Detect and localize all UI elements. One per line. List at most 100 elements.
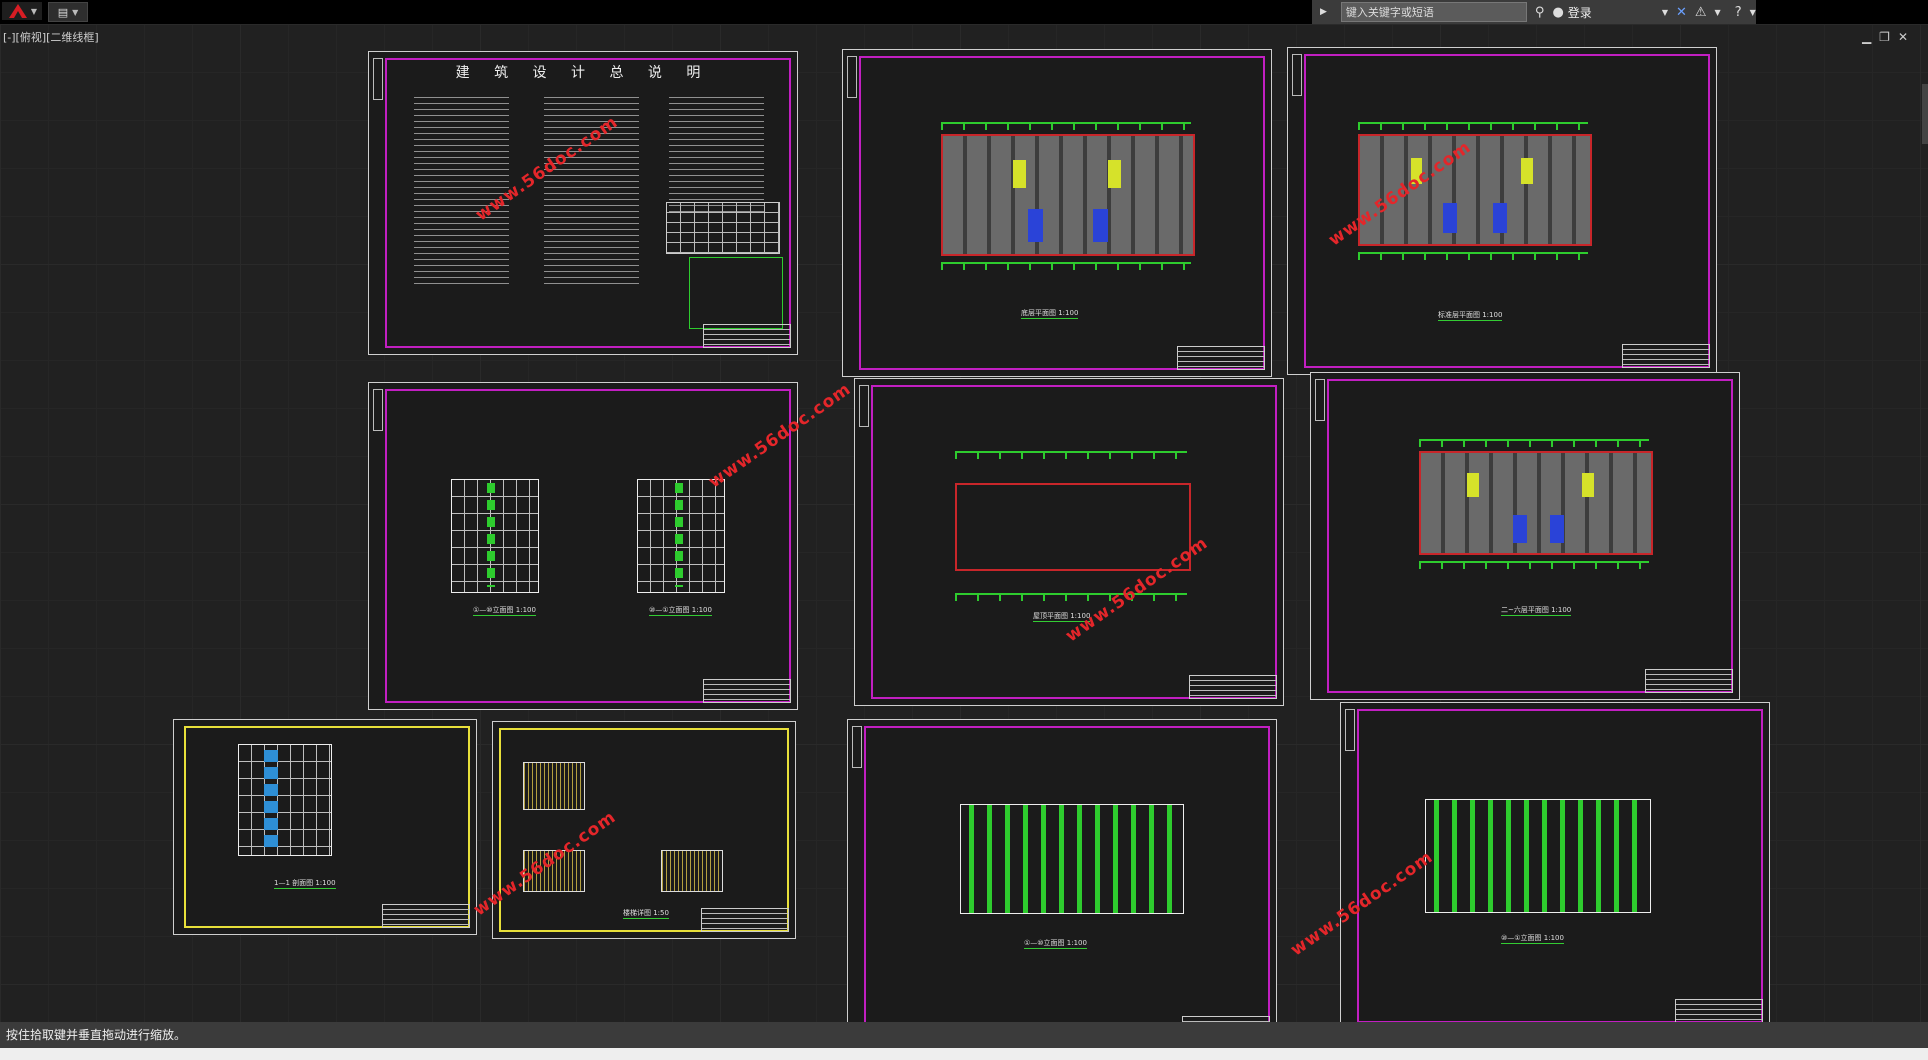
binoculars-icon[interactable]: ⚲ — [1535, 5, 1545, 20]
workspace-icon: ▤ — [57, 5, 69, 19]
title-strip — [1315, 379, 1325, 421]
scrollbar[interactable] — [1922, 84, 1928, 144]
drawing-caption: ⑩—①立面图 1:100 — [1501, 934, 1564, 944]
drawing-caption: ①—⑩立面图 1:100 — [473, 606, 536, 616]
roof-outline — [955, 483, 1191, 571]
dropdown-arrow-icon: ▼ — [30, 6, 38, 16]
status-bar: 按住拾取键并垂直拖动进行缩放。 — [0, 1022, 1928, 1048]
application-menu-button[interactable]: ▼ — [2, 2, 42, 20]
notes-column — [669, 97, 764, 217]
title-bar: ▼ ▤ ▼ ▶ ⚲ ● 登录 ▼ ✕ ⚠ ▼ ? ▼ — [0, 0, 1928, 24]
close-icon[interactable]: ✕ — [1898, 30, 1916, 44]
drawing-canvas[interactable]: [-][俯视][二维线框] ▁❐✕ 建 筑 设 计 总 说 明 底层平面图 1:… — [0, 24, 1928, 1022]
sheet-section[interactable]: 1—1 剖面图 1:100 — [173, 719, 477, 935]
sheet-stair-details[interactable]: 楼梯详图 1:50 — [492, 721, 796, 939]
bathroom — [1028, 209, 1043, 243]
drawing-caption: ⑩—①立面图 1:100 — [649, 606, 712, 616]
window-column — [675, 483, 683, 587]
axis-grid-top — [955, 451, 1187, 459]
title-strip — [852, 726, 862, 768]
sheet-ground-floor-plan[interactable]: 底层平面图 1:100 — [842, 49, 1272, 377]
stair — [1467, 473, 1479, 497]
sheet-frame — [385, 389, 791, 703]
window-column — [487, 483, 495, 587]
drawing-caption: 标准层平面图 1:100 — [1438, 311, 1503, 321]
expand-arrow-icon[interactable]: ▶ — [1320, 7, 1327, 17]
sheet-front-elevation[interactable]: ①—⑩立面图 1:100 — [847, 719, 1277, 1022]
title-block — [1645, 669, 1733, 693]
autocad-logo-icon — [8, 4, 27, 18]
bathroom — [1513, 515, 1527, 543]
stair-section — [264, 750, 278, 850]
drawing-caption: 二~六层平面图 1:100 — [1501, 606, 1572, 616]
sheet-standard-floor-plan[interactable]: 标准层平面图 1:100 — [1287, 47, 1717, 375]
front-elevation — [960, 804, 1184, 914]
axis-grid-top — [1358, 122, 1588, 130]
stay-connected-icon[interactable]: ⚠ — [1695, 5, 1707, 20]
floor-plan — [1419, 451, 1653, 555]
bottom-strip — [0, 1048, 1928, 1060]
drawing-caption: 1—1 剖面图 1:100 — [274, 879, 336, 889]
restore-icon[interactable]: ❐ — [1879, 30, 1898, 44]
stair — [1108, 159, 1121, 188]
site-plan — [689, 257, 783, 329]
viewport-controls-label[interactable]: [-][俯视][二维线框] — [3, 29, 99, 45]
axis-grid-bottom — [955, 593, 1187, 601]
dropdown-arrow-icon: ▼ — [72, 7, 79, 17]
minimize-icon[interactable]: ▁ — [1862, 30, 1879, 44]
sheet-roof-plan[interactable]: 屋顶平面图 1:100 — [854, 378, 1284, 706]
drawing-caption: ①—⑩立面图 1:100 — [1024, 939, 1087, 949]
infocenter-toolbar: ▶ ⚲ ● 登录 ▼ ✕ ⚠ ▼ ? ▼ — [1312, 0, 1756, 24]
bathroom — [1549, 515, 1564, 543]
title-block — [703, 324, 791, 348]
axis-grid-bottom — [941, 262, 1191, 270]
axis-grid-bottom — [1358, 252, 1588, 260]
status-text: 按住拾取键并垂直拖动进行缩放。 — [6, 1028, 187, 1042]
axis-grid-top — [941, 122, 1191, 130]
sheet-upper-floor-plan[interactable]: 二~六层平面图 1:100 — [1310, 372, 1740, 700]
sheet-title: 建 筑 设 计 总 说 明 — [455, 65, 711, 81]
title-block — [1177, 346, 1265, 370]
user-icon: ● — [1552, 4, 1564, 20]
stair-plan — [523, 762, 585, 810]
floor-plan — [941, 134, 1195, 256]
dropdown-arrow-icon[interactable]: ▼ — [1715, 8, 1721, 17]
title-strip — [1345, 709, 1355, 751]
axis-grid-top — [1419, 439, 1649, 447]
stair — [1521, 157, 1533, 184]
title-strip — [373, 389, 383, 431]
title-strip — [847, 56, 857, 98]
dropdown-arrow-icon[interactable]: ▼ — [1750, 8, 1756, 17]
title-block — [701, 908, 789, 932]
title-block — [1189, 675, 1277, 699]
quick-access-toolbar-button[interactable]: ▤ ▼ — [48, 2, 88, 22]
window-controls: ▁❐✕ — [1862, 30, 1916, 44]
sheet-design-notes[interactable]: 建 筑 设 计 总 说 明 — [368, 51, 798, 355]
stair — [1013, 159, 1026, 188]
sheet-side-elevations[interactable]: ①—⑩立面图 1:100 ⑩—①立面图 1:100 — [368, 382, 798, 710]
login-button[interactable]: 登录 — [1568, 4, 1592, 21]
drawing-caption: 楼梯详图 1:50 — [623, 909, 669, 919]
title-block — [1622, 344, 1710, 368]
exchange-icon[interactable]: ✕ — [1676, 5, 1687, 20]
title-strip — [1292, 54, 1302, 96]
axis-grid-bottom — [1419, 561, 1649, 569]
door-window-table — [666, 202, 780, 254]
section-drawing — [238, 744, 332, 856]
search-input[interactable] — [1340, 2, 1527, 22]
stair-plan — [661, 850, 723, 892]
sheet-frame — [499, 728, 789, 932]
drawing-caption: 底层平面图 1:100 — [1021, 309, 1079, 319]
title-block — [382, 904, 470, 928]
dropdown-arrow-icon[interactable]: ▼ — [1662, 8, 1668, 17]
title-block — [703, 679, 791, 703]
bathroom — [1093, 209, 1108, 243]
help-icon[interactable]: ? — [1735, 5, 1742, 20]
title-strip — [859, 385, 869, 427]
side-elevation — [451, 479, 539, 593]
bathroom — [1442, 202, 1457, 234]
bathroom — [1493, 202, 1508, 234]
back-elevation — [1425, 799, 1651, 913]
stair — [1582, 473, 1594, 497]
title-block — [1675, 999, 1763, 1022]
